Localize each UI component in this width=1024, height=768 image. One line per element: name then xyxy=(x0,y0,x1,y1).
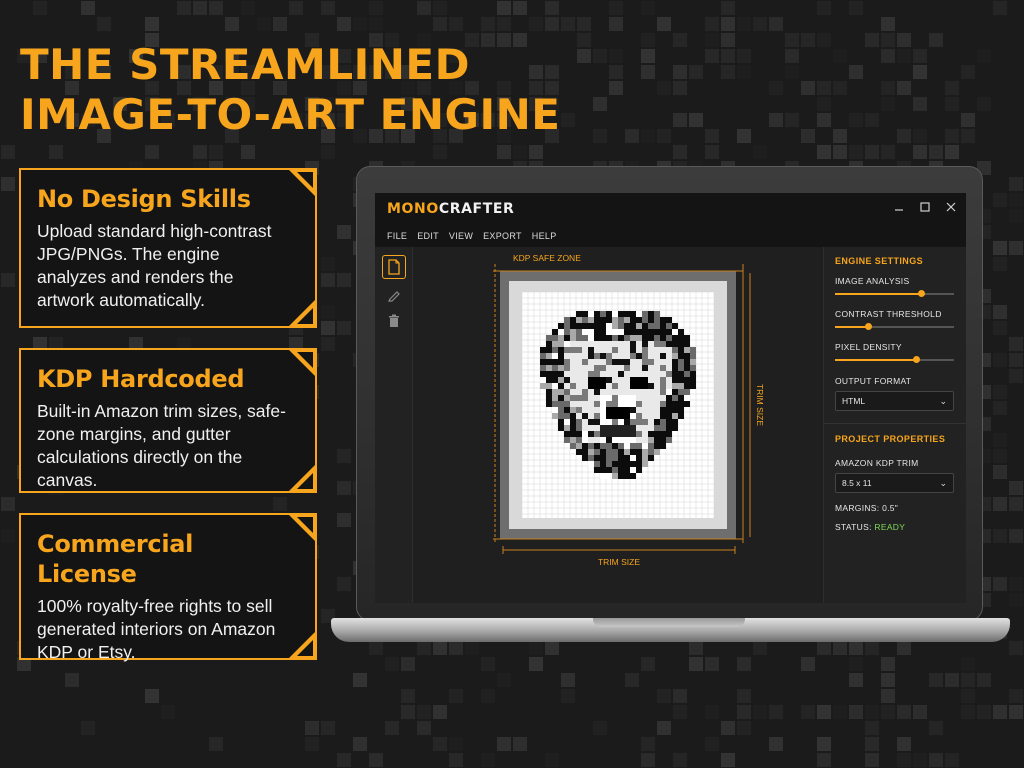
trim-size-label: TRIM SIZE xyxy=(598,557,640,567)
headline-line-1: THE STREAMLINED xyxy=(20,40,470,89)
status-label: STATUS: xyxy=(835,522,872,532)
canvas-area[interactable]: KDP SAFE ZONE TRIM SIZE TRIM SIZE xyxy=(413,247,823,603)
output-format-select[interactable]: HTML ⌄ xyxy=(835,391,954,411)
feature-card-kdp-hardcoded: KDP Hardcoded Built-in Amazon trim sizes… xyxy=(19,348,317,493)
margins-text: MARGINS: 0.5" xyxy=(835,503,899,513)
card-corner-accent xyxy=(287,168,317,198)
image-analysis-slider[interactable] xyxy=(835,290,954,297)
menu-help[interactable]: HELP xyxy=(532,225,557,247)
card-corner-accent xyxy=(287,630,317,660)
pixel-density-slider[interactable] xyxy=(835,356,954,363)
window-controls xyxy=(892,200,958,214)
engine-settings-heading: ENGINE SETTINGS xyxy=(835,256,924,266)
laptop-hinge-notch xyxy=(593,618,745,627)
project-properties-heading: PROJECT PROPERTIES xyxy=(835,434,946,444)
output-format-label: OUTPUT FORMAT xyxy=(835,376,912,386)
logo-part-mono: MONO xyxy=(387,201,439,217)
laptop-base xyxy=(331,618,1010,642)
card-corner-accent xyxy=(287,463,317,493)
feature-card-commercial-license: Commercial License 100% royalty-free rig… xyxy=(19,513,317,662)
status-value: READY xyxy=(874,522,906,532)
menu-file[interactable]: FILE xyxy=(387,225,407,247)
close-icon[interactable] xyxy=(944,200,958,214)
app-window: MONOCRAFTER FILE EDIT VIEW EXPORT HELP K… xyxy=(375,193,966,603)
panel-divider xyxy=(824,423,966,424)
feature-description: 100% royalty-free rights to sell generat… xyxy=(37,596,276,662)
image-analysis-label: IMAGE ANALYSIS xyxy=(835,276,910,286)
feature-title: No Design Skills xyxy=(37,185,251,213)
kdp-trim-label: AMAZON KDP TRIM xyxy=(835,458,919,468)
app-logo: MONOCRAFTER xyxy=(387,201,514,217)
menu-view[interactable]: VIEW xyxy=(449,225,473,247)
card-corner-accent xyxy=(287,513,317,543)
minimize-icon[interactable] xyxy=(892,200,906,214)
page-headline: THE STREAMLINED IMAGE-TO-ART ENGINE xyxy=(20,40,560,140)
feature-description: Upload standard high-contrast JPG/PNGs. … xyxy=(37,221,272,310)
headline-line-2: IMAGE-TO-ART ENGINE xyxy=(20,90,561,139)
logo-part-crafter: CRAFTER xyxy=(438,201,515,217)
pixel-density-label: PIXEL DENSITY xyxy=(835,342,902,352)
kdp-trim-select[interactable]: 8.5 x 11 ⌄ xyxy=(835,473,954,493)
chevron-down-icon: ⌄ xyxy=(939,396,947,406)
new-page-icon[interactable] xyxy=(382,255,406,279)
feature-title: KDP Hardcoded xyxy=(37,365,245,393)
chevron-down-icon: ⌄ xyxy=(939,478,947,488)
status-line: STATUS: READY xyxy=(835,522,905,532)
pencil-icon[interactable] xyxy=(382,283,406,307)
laptop: MONOCRAFTER FILE EDIT VIEW EXPORT HELP K… xyxy=(356,166,983,621)
menu-edit[interactable]: EDIT xyxy=(417,225,439,247)
maximize-icon[interactable] xyxy=(918,200,932,214)
contrast-threshold-label: CONTRAST THRESHOLD xyxy=(835,309,942,319)
feature-title: Commercial License xyxy=(37,530,194,588)
contrast-threshold-slider[interactable] xyxy=(835,323,954,330)
output-format-value: HTML xyxy=(842,396,866,406)
settings-panel: ENGINE SETTINGS IMAGE ANALYSIS CONTRAST … xyxy=(823,247,966,603)
feature-card-no-design-skills: No Design Skills Upload standard high-co… xyxy=(19,168,317,328)
menu-bar: FILE EDIT VIEW EXPORT HELP xyxy=(375,225,966,247)
safe-zone-label: KDP SAFE ZONE xyxy=(513,253,581,263)
tool-sidebar xyxy=(375,247,413,603)
page-canvas[interactable]: KDP SAFE ZONE TRIM SIZE TRIM SIZE xyxy=(413,247,823,603)
card-corner-accent xyxy=(287,348,317,378)
menu-export[interactable]: EXPORT xyxy=(483,225,522,247)
trash-icon[interactable] xyxy=(382,309,406,333)
title-bar: MONOCRAFTER xyxy=(375,193,966,225)
kdp-trim-value: 8.5 x 11 xyxy=(842,478,872,488)
trim-size-side-label: TRIM SIZE xyxy=(755,384,765,426)
feature-description: Built-in Amazon trim sizes, safe-zone ma… xyxy=(37,401,286,490)
card-corner-accent xyxy=(287,298,317,328)
